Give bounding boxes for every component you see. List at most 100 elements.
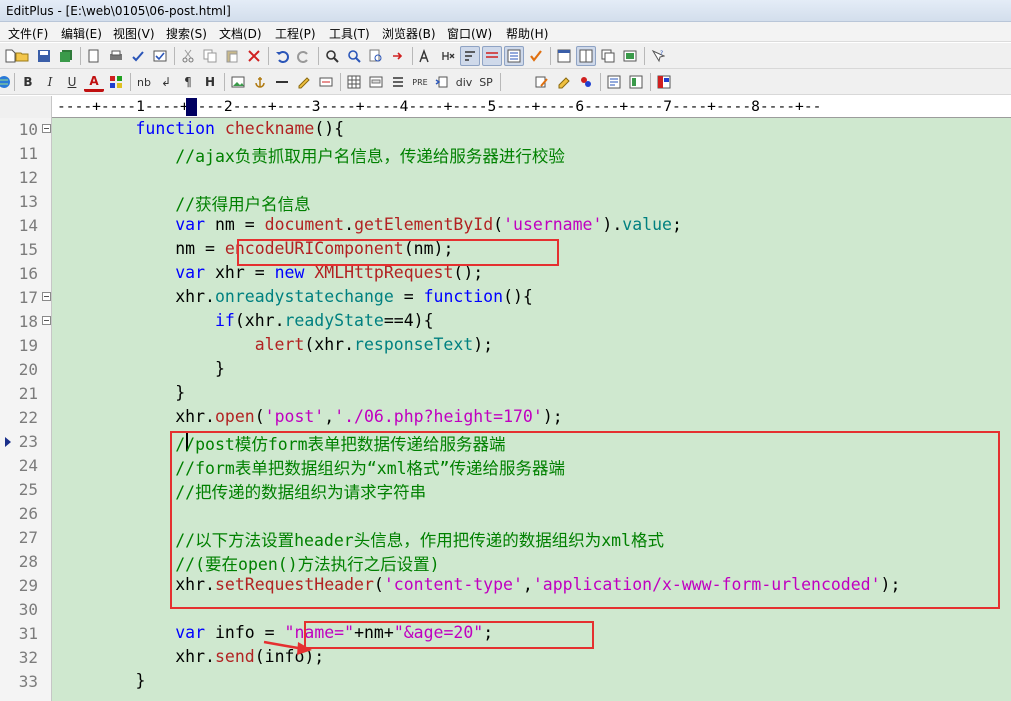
line-number: 21 bbox=[18, 384, 38, 403]
fold-toggle-icon[interactable] bbox=[42, 292, 51, 301]
code-text[interactable]: xhr.onreadystatechange = function(){ bbox=[56, 287, 533, 306]
fullscreen-icon[interactable] bbox=[620, 46, 640, 66]
code-text[interactable]: //ajax负责抓取用户名信息，传递给服务器进行校验 bbox=[56, 143, 565, 167]
html-toolbar: B I U A nb ↲ ¶ H PRE div SP bbox=[0, 69, 1011, 95]
bold-button[interactable]: B bbox=[18, 72, 38, 92]
menu-view[interactable]: 视图(V) bbox=[113, 25, 155, 42]
fold-toggle-icon[interactable] bbox=[42, 124, 51, 133]
comment-icon[interactable] bbox=[294, 72, 314, 92]
toolbar-separator bbox=[644, 47, 645, 65]
nbsp-button[interactable]: nb bbox=[134, 72, 154, 92]
line-number: 19 bbox=[18, 336, 38, 355]
goto-line-icon[interactable] bbox=[388, 46, 408, 66]
menu-window[interactable]: 窗口(W) bbox=[447, 25, 492, 42]
save-icon[interactable] bbox=[34, 46, 54, 66]
color-palette-icon[interactable] bbox=[106, 72, 126, 92]
code-token: xhr. bbox=[56, 287, 215, 306]
paste-icon[interactable] bbox=[222, 46, 242, 66]
svg-text:?: ? bbox=[660, 50, 663, 57]
code-text[interactable]: xhr.open('post','./06.php?height=170'); bbox=[56, 407, 562, 426]
code-token: alert bbox=[254, 335, 305, 354]
toolbar-separator bbox=[318, 47, 319, 65]
font-size-icon[interactable] bbox=[416, 46, 436, 66]
code-line: 32 xhr.send(info); bbox=[0, 646, 1011, 670]
script-icon[interactable] bbox=[432, 72, 452, 92]
check-icon[interactable] bbox=[150, 46, 170, 66]
split-window-icon[interactable] bbox=[576, 46, 596, 66]
menu-help[interactable]: 帮助(H) bbox=[506, 25, 548, 42]
font-color-button[interactable]: A bbox=[84, 72, 104, 92]
code-text[interactable]: } bbox=[56, 383, 185, 402]
code-text[interactable]: } bbox=[56, 671, 145, 690]
undo-icon[interactable] bbox=[272, 46, 292, 66]
code-editor[interactable]: 10 function checkname(){11 //ajax负责抓取用户名… bbox=[0, 118, 1011, 701]
pre-button[interactable]: PRE bbox=[410, 72, 430, 92]
code-text[interactable]: if(xhr.readyState==4){ bbox=[56, 311, 434, 330]
list-icon[interactable] bbox=[388, 72, 408, 92]
paragraph-button[interactable]: ¶ bbox=[178, 72, 198, 92]
word-wrap-icon[interactable] bbox=[460, 46, 480, 66]
browser-preview-icon[interactable] bbox=[654, 72, 674, 92]
code-text[interactable]: var nm = document.getElementById('userna… bbox=[56, 215, 682, 234]
code-token: nm = bbox=[56, 239, 225, 258]
find-in-files-icon[interactable] bbox=[366, 46, 386, 66]
help-icon[interactable]: ? bbox=[648, 46, 668, 66]
menu-search[interactable]: 搜索(S) bbox=[166, 25, 207, 42]
find-icon[interactable] bbox=[322, 46, 342, 66]
redo-icon[interactable] bbox=[294, 46, 314, 66]
spellcheck-icon[interactable] bbox=[128, 46, 148, 66]
hex-view-icon[interactable] bbox=[438, 46, 458, 66]
ruler-toggle-icon[interactable] bbox=[482, 46, 502, 66]
save-all-icon[interactable] bbox=[56, 46, 76, 66]
edit-tag-icon[interactable] bbox=[532, 72, 552, 92]
open-folder-icon[interactable] bbox=[12, 46, 32, 66]
menu-browser[interactable]: 浏览器(B) bbox=[382, 25, 436, 42]
replace-icon[interactable] bbox=[344, 46, 364, 66]
preview-icon[interactable] bbox=[604, 72, 624, 92]
code-token: value bbox=[622, 215, 672, 234]
hr-icon[interactable] bbox=[272, 72, 292, 92]
line-number-toggle-icon[interactable] bbox=[504, 46, 524, 66]
menu-project[interactable]: 工程(P) bbox=[275, 25, 316, 42]
code-text[interactable]: //获得用户名信息 bbox=[56, 191, 310, 215]
span-button[interactable]: SP bbox=[476, 72, 496, 92]
style-icon[interactable] bbox=[316, 72, 336, 92]
toolbar-options-icon[interactable] bbox=[626, 72, 646, 92]
delete-icon[interactable] bbox=[244, 46, 264, 66]
print-icon[interactable] bbox=[106, 46, 126, 66]
copy-icon[interactable] bbox=[200, 46, 220, 66]
heading-button[interactable]: H bbox=[200, 72, 220, 92]
form-icon[interactable] bbox=[366, 72, 386, 92]
quick-tag-icon[interactable] bbox=[554, 72, 574, 92]
image-icon[interactable] bbox=[228, 72, 248, 92]
checkmark-icon[interactable] bbox=[526, 46, 546, 66]
italic-button[interactable]: I bbox=[40, 72, 60, 92]
single-pane-icon[interactable] bbox=[554, 46, 574, 66]
fold-toggle-icon[interactable] bbox=[42, 316, 51, 325]
line-number: 32 bbox=[18, 648, 38, 667]
menu-document[interactable]: 文档(D) bbox=[219, 25, 262, 42]
browser-globe-icon[interactable] bbox=[0, 72, 14, 92]
cut-icon[interactable] bbox=[178, 46, 198, 66]
code-line: 13 //获得用户名信息 bbox=[0, 190, 1011, 214]
code-text[interactable]: } bbox=[56, 359, 225, 378]
menu-edit[interactable]: 编辑(E) bbox=[61, 25, 102, 42]
toolbar-separator bbox=[174, 47, 175, 65]
underline-button[interactable]: U bbox=[62, 72, 82, 92]
cascade-icon[interactable] bbox=[598, 46, 618, 66]
table-icon[interactable] bbox=[344, 72, 364, 92]
code-text[interactable]: alert(xhr.responseText); bbox=[56, 335, 493, 354]
menu-tools[interactable]: 工具(T) bbox=[329, 25, 370, 42]
code-text[interactable]: function checkname(){ bbox=[56, 119, 344, 138]
menu-file[interactable]: 文件(F) bbox=[8, 25, 48, 42]
code-line: 10 function checkname(){ bbox=[0, 118, 1011, 142]
print-preview-icon[interactable] bbox=[84, 46, 104, 66]
div-button[interactable]: div bbox=[454, 72, 474, 92]
color-picker-icon[interactable] bbox=[576, 72, 596, 92]
line-break-button[interactable]: ↲ bbox=[156, 72, 176, 92]
anchor-icon[interactable] bbox=[250, 72, 270, 92]
